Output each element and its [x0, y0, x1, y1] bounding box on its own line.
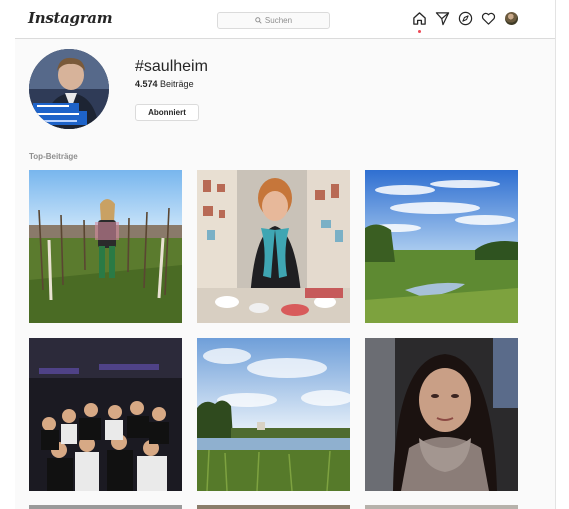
window-right-margin: [555, 0, 569, 509]
search-box[interactable]: Suchen: [217, 12, 330, 29]
window-border: [555, 0, 556, 509]
post-image-vineyard: [29, 170, 182, 323]
instagram-logo[interactable]: Instagram: [28, 9, 113, 27]
profile-avatar-icon[interactable]: [505, 12, 518, 25]
post-tile-river[interactable]: [365, 170, 518, 323]
post-tile-vineyard[interactable]: [29, 170, 182, 323]
post-tile-partial-1[interactable]: [29, 505, 182, 509]
post-image-shop: [197, 170, 350, 323]
post-tile-partial-2[interactable]: [197, 505, 350, 509]
post-tile-lake[interactable]: [197, 338, 350, 491]
post-count-number: 4.574: [135, 79, 158, 89]
hashtag-title: #saulheim: [135, 58, 208, 75]
search-placeholder: Suchen: [264, 16, 293, 25]
following-button[interactable]: Abonniert: [135, 104, 199, 121]
hashtag-avatar-image: [29, 49, 109, 129]
top-posts-heading: Top-Beiträge: [29, 152, 78, 161]
heart-icon[interactable]: [481, 11, 496, 26]
instagram-page: Instagram Suchen #saulheim 4.574 Beiträg…: [15, 0, 555, 509]
post-image-lake: [197, 338, 350, 491]
top-navigation-bar: Instagram Suchen: [15, 0, 555, 39]
post-image-group: [29, 338, 182, 491]
search-icon: [255, 17, 262, 24]
post-image-selfie: [365, 338, 518, 491]
post-tile-partial-3[interactable]: [365, 505, 518, 509]
window-left-margin: [0, 0, 15, 509]
hashtag-avatar: [29, 49, 109, 129]
home-active-indicator: [418, 30, 421, 33]
direct-icon[interactable]: [435, 11, 450, 26]
post-count: 4.574 Beiträge: [135, 79, 194, 89]
post-tile-shop[interactable]: [197, 170, 350, 323]
explore-icon[interactable]: [458, 11, 473, 26]
post-tile-selfie[interactable]: [365, 338, 518, 491]
post-count-label: Beiträge: [160, 79, 194, 89]
home-icon[interactable]: [412, 11, 427, 26]
post-image-river: [365, 170, 518, 323]
post-tile-group[interactable]: [29, 338, 182, 491]
